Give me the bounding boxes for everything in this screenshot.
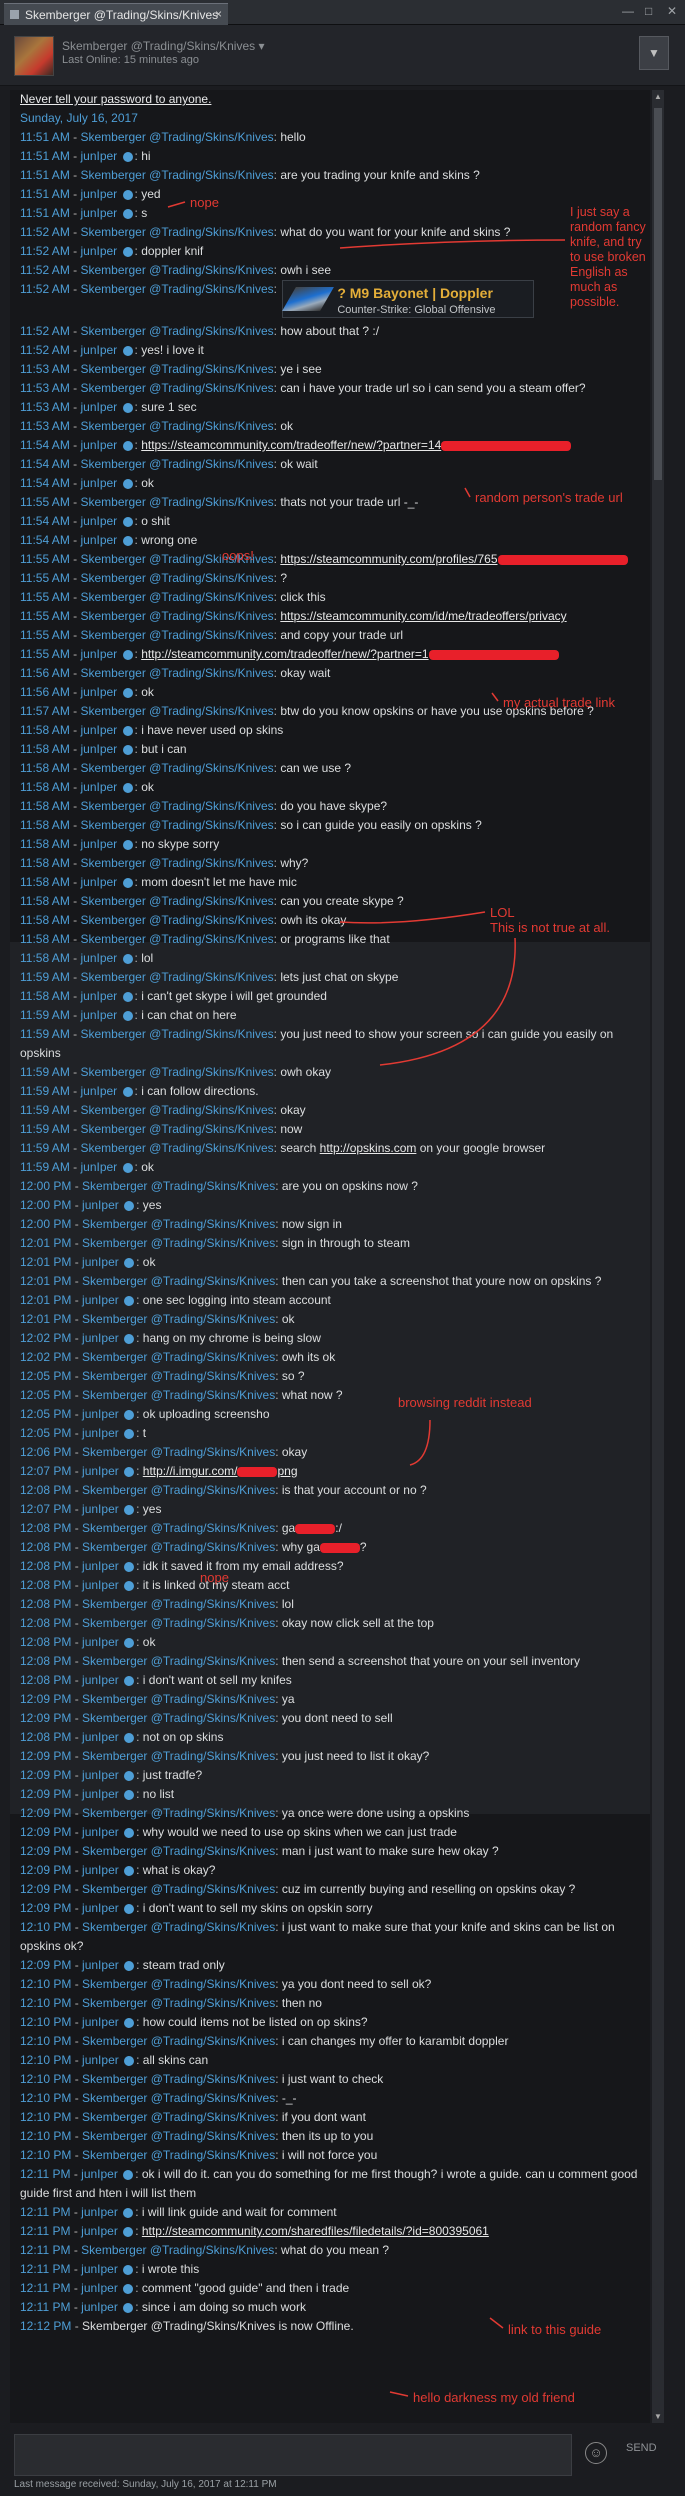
arrow-lol-2 [379, 937, 516, 1066]
message-input[interactable] [14, 2434, 572, 2476]
name-caret-icon[interactable]: ▾ [259, 39, 265, 53]
arrow-guide [489, 2317, 504, 2329]
chat-log[interactable]: Never tell your password to anyone. Sund… [10, 90, 650, 2423]
arrow-actual-url [491, 692, 499, 702]
chat-scrollbar[interactable]: ▲ ▼ [652, 90, 664, 2423]
arrow-darkness [389, 2391, 409, 2397]
annotation-arrows [167, 201, 566, 2397]
arrow-random-url [464, 487, 471, 498]
friend-header: Skemberger @Trading/Skins/Knives ▾ Last … [0, 25, 685, 86]
maximize-button[interactable]: □ [645, 4, 652, 18]
tab-title: Skemberger @Trading/Skins/Knives [25, 7, 219, 22]
scroll-up-icon[interactable]: ▲ [654, 92, 662, 101]
arrow-lol-1 [339, 911, 486, 924]
composer: ☺ SEND Last message received: Sunday, Ju… [0, 2424, 685, 2496]
send-button[interactable]: SEND [626, 2442, 657, 2454]
chat-options-dropdown[interactable]: ▼ [639, 36, 669, 70]
minimize-button[interactable]: — [622, 4, 634, 18]
scroll-thumb[interactable] [654, 108, 662, 480]
arrow-fancy [339, 239, 566, 249]
friend-name[interactable]: Skemberger @Trading/Skins/Knives ▾ [62, 39, 265, 53]
arrow-nope [167, 201, 186, 208]
avatar[interactable] [14, 36, 54, 76]
tab-close-icon[interactable]: × [215, 7, 222, 21]
title-bar: Skemberger @Trading/Skins/Knives × — □ ✕ [0, 0, 685, 25]
close-window-button[interactable]: ✕ [667, 4, 677, 18]
chat-tab[interactable]: Skemberger @Trading/Skins/Knives × [4, 3, 228, 25]
arrow-reddit [409, 1419, 431, 1466]
scroll-down-icon[interactable]: ▼ [654, 2412, 662, 2421]
chevron-down-icon: ▼ [648, 46, 660, 60]
chat-icon [10, 10, 19, 19]
emoticon-icon[interactable]: ☺ [585, 2442, 607, 2464]
friend-status: Last Online: 15 minutes ago [62, 54, 199, 66]
last-received: Last message received: Sunday, July 16, … [14, 2479, 277, 2490]
